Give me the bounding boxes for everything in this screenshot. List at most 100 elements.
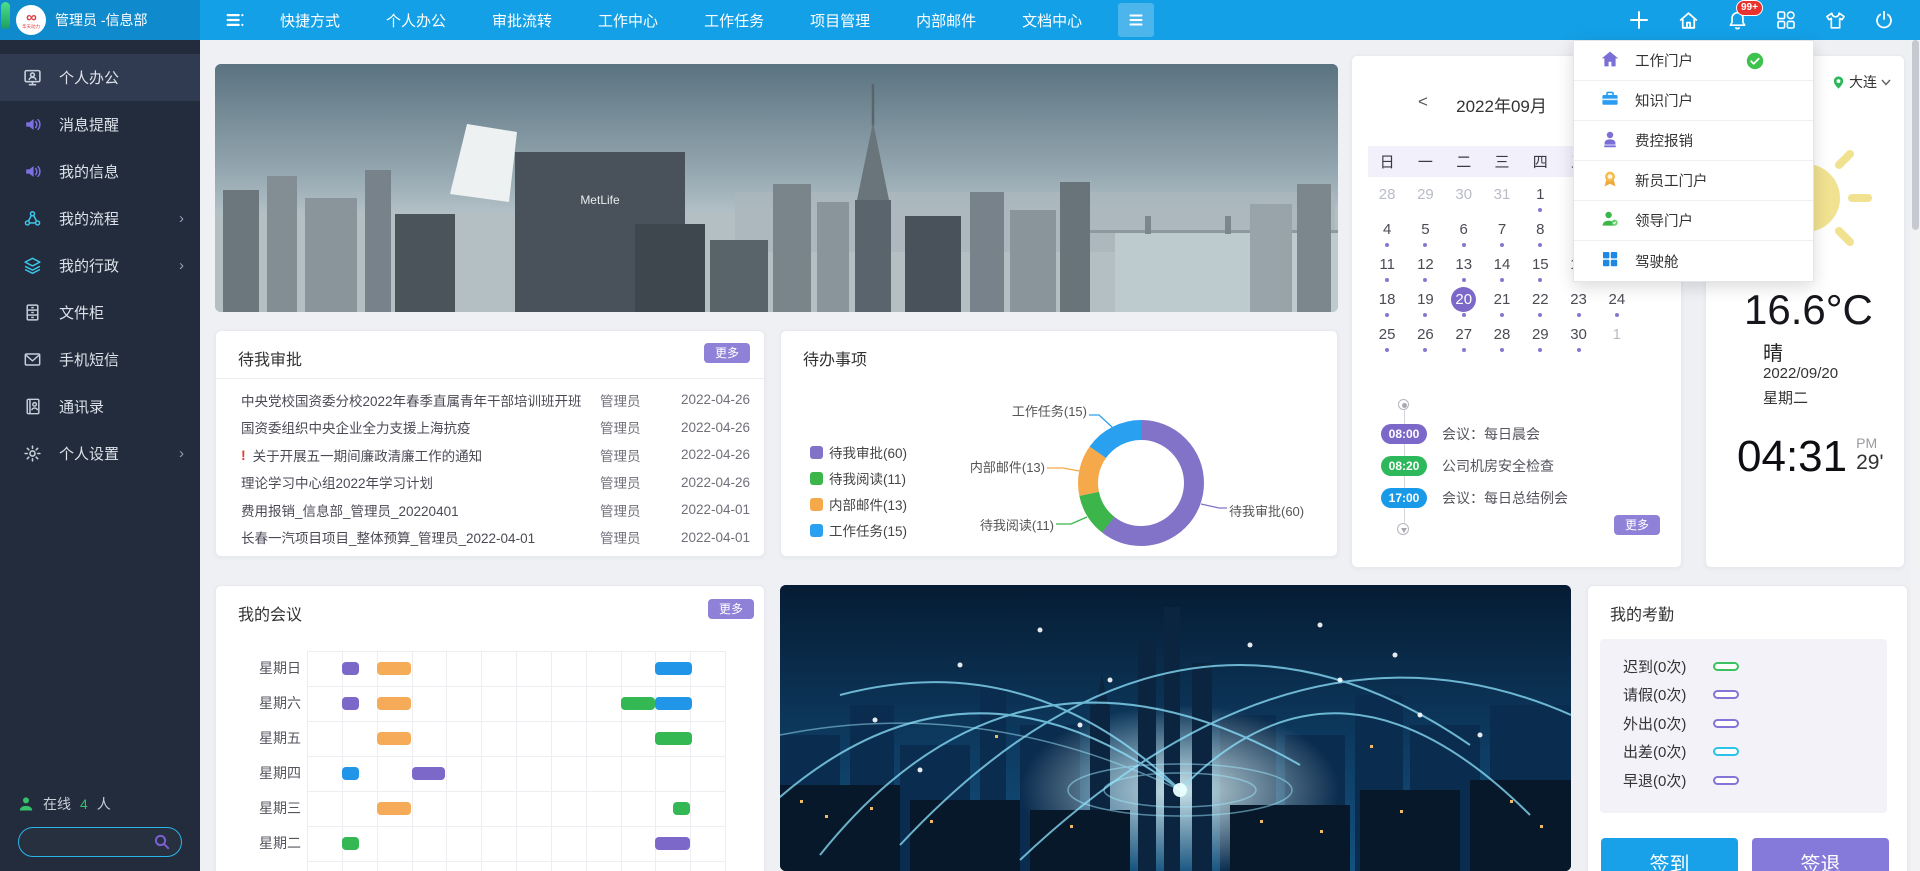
meeting-bar[interactable] [377,697,412,710]
meeting-bar[interactable] [412,767,445,780]
calendar-day[interactable]: 27 [1445,320,1483,355]
sidebar-item-6[interactable]: 文件柜 [0,289,200,336]
chevron-right-icon: › [179,210,184,227]
calendar-day[interactable]: 7 [1483,215,1521,250]
calendar-day[interactable]: 8 [1521,215,1559,250]
meeting-bar[interactable] [342,697,359,710]
meetings-more-button[interactable]: 更多 [708,599,754,619]
calendar-day[interactable]: 14 [1483,250,1521,285]
meeting-bar[interactable] [621,697,656,710]
portal-menu-item-5[interactable]: 领导门户 [1574,201,1813,241]
nav-more-button[interactable] [1118,3,1154,37]
calendar-day[interactable]: 26 [1406,320,1444,355]
portal-menu-item-6[interactable]: 驾驶舱 [1574,241,1813,281]
meeting-bar[interactable] [655,662,692,675]
portal-menu-item-2[interactable]: 知识门户 [1574,81,1813,121]
topnav-item-8[interactable]: 文档中心 [1022,10,1082,31]
calendar-day[interactable]: 30 [1559,320,1597,355]
calendar-day[interactable]: 29 [1406,180,1444,215]
sidebar-item-4[interactable]: 我的流程› [0,195,200,242]
scrollbar-thumb[interactable] [1912,40,1919,230]
approval-row[interactable]: 理论学习中心组2022年学习计划管理员2022-04-26 [241,469,750,497]
approval-row[interactable]: 费用报销_信息部_管理员_20220401管理员2022-04-01 [241,496,750,524]
meeting-bar[interactable] [342,837,359,850]
approval-row[interactable]: !关于开展五一期间廉政清廉工作的通知管理员2022-04-26 [241,441,750,469]
meeting-bar[interactable] [342,662,359,675]
approval-row[interactable]: 长春一汽项目项目_整体预算_管理员_2022-04-01管理员2022-04-0… [241,524,750,552]
apps-grid-icon[interactable] [1774,8,1798,32]
calendar-day[interactable]: 4 [1368,215,1406,250]
topnav-item-7[interactable]: 内部邮件 [916,10,976,31]
topnav-item-6[interactable]: 项目管理 [810,10,870,31]
calendar-day[interactable]: 31 [1483,180,1521,215]
calendar-day[interactable]: 11 [1368,250,1406,285]
city-selector[interactable]: 大连 [1831,72,1892,92]
topnav-item-5[interactable]: 工作任务 [704,10,764,31]
sidebar-item-8[interactable]: 通讯录 [0,383,200,430]
topnav-item-1[interactable]: 快捷方式 [280,10,340,31]
scrollbar-track[interactable] [1911,40,1920,871]
calendar-day[interactable]: 13 [1445,250,1483,285]
topnav-item-4[interactable]: 工作中心 [598,10,658,31]
meeting-bar[interactable] [342,767,359,780]
calendar-day-number: 15 [1528,252,1553,277]
meeting-bar[interactable] [655,732,692,745]
schedule-item[interactable]: 08:20公司机房安全检查 [1381,456,1554,476]
calendar-day[interactable]: 1 [1598,320,1636,355]
check-in-button[interactable]: 签到 [1601,838,1738,871]
sidebar-item-9[interactable]: 个人设置› [0,430,200,477]
theme-tshirt-icon[interactable] [1823,8,1847,32]
portal-menu-item-4[interactable]: 新员工门户 [1574,161,1813,201]
portal-menu-item-1[interactable]: 工作门户 [1574,41,1813,81]
approvals-more-button[interactable]: 更多 [704,343,750,363]
portal-menu-item-3[interactable]: 费控报销 [1574,121,1813,161]
calendar-day[interactable]: 29 [1521,320,1559,355]
calendar-day[interactable]: 1 [1521,180,1559,215]
meeting-bar[interactable] [655,697,692,710]
sidebar-item-2[interactable]: 消息提醒 [0,101,200,148]
sidebar-item-5[interactable]: 我的行政› [0,242,200,289]
calendar-day[interactable]: 28 [1483,320,1521,355]
sidebar-item-1[interactable]: 个人办公 [0,54,200,101]
menu-fold-icon[interactable] [224,9,246,31]
calendar-day[interactable]: 12 [1406,250,1444,285]
sidebar-item-7[interactable]: 手机短信 [0,336,200,383]
meeting-bar[interactable] [377,662,412,675]
calendar-day[interactable]: 25 [1368,320,1406,355]
hero-building-label: MetLife [580,193,620,207]
search-input[interactable] [29,834,153,851]
calendar-day[interactable]: 24 [1598,285,1636,320]
schedule-item[interactable]: 08:00会议：每日晨会 [1381,424,1540,444]
logout-power-icon[interactable] [1872,8,1896,32]
meeting-bar[interactable] [655,837,690,850]
calendar-day[interactable]: 18 [1368,285,1406,320]
topnav-item-2[interactable]: 个人办公 [386,10,446,31]
add-icon[interactable] [1627,8,1651,32]
calendar-day[interactable]: 28 [1368,180,1406,215]
calendar-day[interactable]: 30 [1445,180,1483,215]
calendar-day[interactable]: 22 [1521,285,1559,320]
schedule-more-button[interactable]: 更多 [1614,515,1660,535]
calendar-day[interactable]: 15 [1521,250,1559,285]
calendar-day[interactable]: 19 [1406,285,1444,320]
approval-row[interactable]: 国资委组织中央企业全力支援上海抗疫管理员2022-04-26 [241,414,750,442]
calendar-day[interactable]: 21 [1483,285,1521,320]
schedule-item[interactable]: 17:00会议：每日总结例会 [1381,488,1568,508]
home-icon[interactable] [1676,8,1700,32]
logo-text: 华天动力 [22,25,40,30]
sidebar-item-3[interactable]: 我的信息 [0,148,200,195]
timeline-end-icon[interactable] [1397,523,1409,535]
calendar-day[interactable]: 23 [1559,285,1597,320]
search-icon[interactable] [153,833,171,851]
calendar-day-number: 24 [1604,287,1629,312]
meeting-bar[interactable] [377,802,412,815]
meeting-bar[interactable] [673,802,690,815]
calendar-day[interactable]: 20 [1445,285,1483,320]
notifications-bell-icon[interactable]: 99+ [1725,8,1749,32]
calendar-day[interactable]: 5 [1406,215,1444,250]
check-out-button[interactable]: 签退 [1752,838,1889,871]
topnav-item-3[interactable]: 审批流转 [492,10,552,31]
approval-row[interactable]: 中央党校国资委分校2022年春季直属青年干部培训班开班管理员2022-04-26 [241,386,750,414]
calendar-day[interactable]: 6 [1445,215,1483,250]
meeting-bar[interactable] [377,732,412,745]
